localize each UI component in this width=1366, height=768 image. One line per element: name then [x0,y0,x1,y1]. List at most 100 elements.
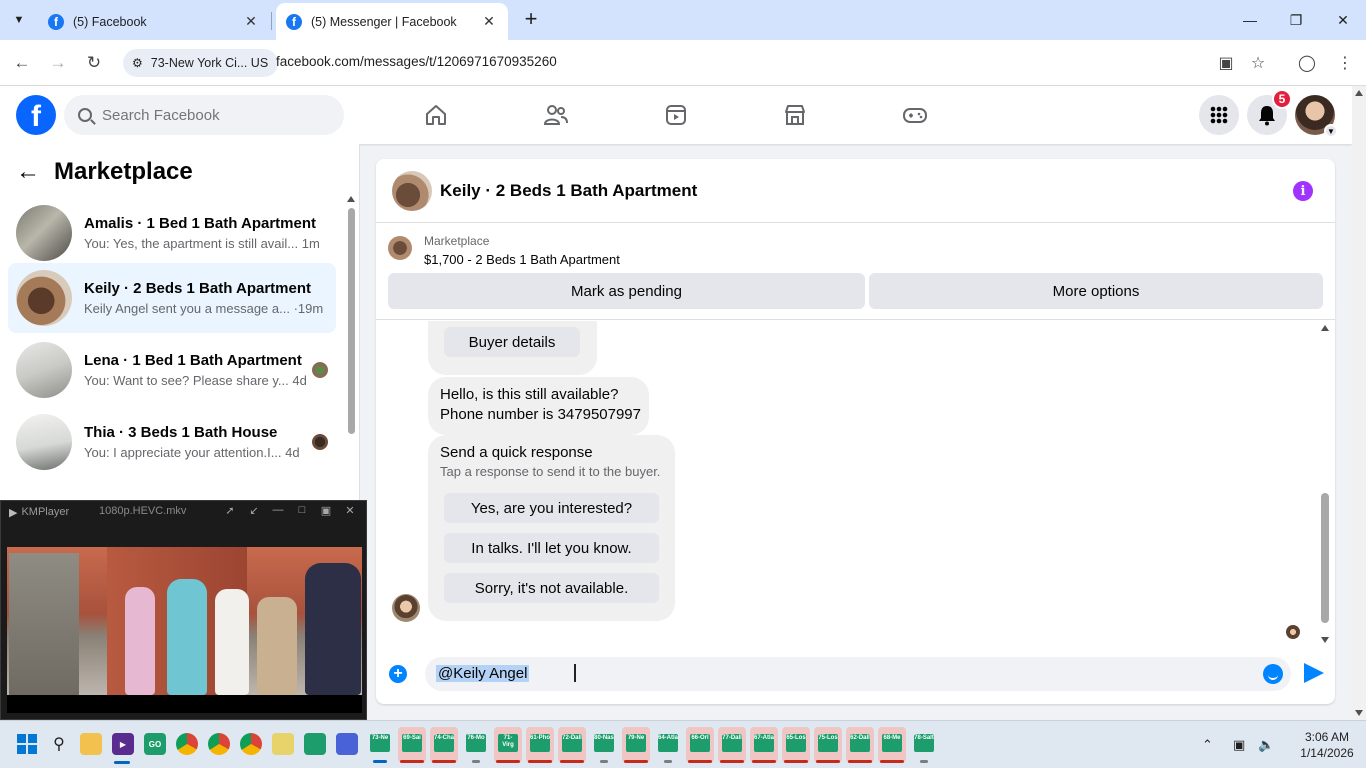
video-frame[interactable] [7,547,362,695]
install-app-icon[interactable]: ▣ [1215,52,1237,74]
send-icon[interactable] [1304,663,1324,683]
taskbar-window-group[interactable]: 78-Salt [910,727,938,763]
close-tab-icon[interactable]: ✕ [242,13,260,30]
scroll-up-arrow[interactable] [1355,90,1363,96]
mark-as-pending-button[interactable]: Mark as pending [388,273,865,309]
tab-search-button[interactable]: ▼ [6,8,32,32]
emoji-icon[interactable] [1263,664,1283,684]
taskbar-window-group[interactable]: 77-Dall [718,727,746,763]
kmplayer-window[interactable]: ▶ KMPlayer 1080p.HEVC.mkv ➚ ↙ — □ ▣ ✕ [0,500,367,720]
listing-title[interactable]: $1,700 - 2 Beds 1 Bath Apartment [424,252,620,267]
profile-icon[interactable]: ◯ [1296,52,1318,74]
conversation-item-selected[interactable]: Keily · 2 Beds 1 Bath Apartment Keily An… [8,263,336,333]
app-icon[interactable] [336,733,358,755]
chrome-icon[interactable] [176,733,198,755]
gaming-icon[interactable] [900,100,930,130]
listing-avatar[interactable] [392,170,432,211]
start-button[interactable] [16,733,38,755]
restore-button[interactable]: ❐ [1273,0,1319,40]
taskbar-window-group[interactable]: 74-Cha [430,727,458,763]
pin-icon[interactable]: ➚ [218,504,242,517]
back-button[interactable]: ← [9,50,35,76]
taskbar-window-group[interactable]: 80-Nas [590,727,618,763]
fullscreen-icon[interactable]: ▣ [314,504,338,517]
quick-response-button[interactable]: In talks. I'll let you know. [444,533,659,563]
mini-mode-icon[interactable]: ↙ [242,504,266,517]
taskbar-window-group[interactable]: 79-Ne [622,727,650,763]
network-icon[interactable]: ▣ [1233,721,1245,768]
kmplayer-control-bar[interactable] [7,695,362,713]
media-player-icon[interactable]: ▶ [112,733,134,755]
account-avatar[interactable]: ▼ [1295,95,1338,138]
file-explorer-icon[interactable] [80,733,102,755]
close-icon[interactable]: ✕ [338,504,362,517]
minimize-button[interactable]: — [1227,0,1273,40]
volume-icon[interactable]: 🔈 [1258,721,1274,768]
sender-avatar[interactable] [392,594,420,622]
chrome-icon[interactable] [208,733,230,755]
taskbar-window-group[interactable]: 65-Los [782,727,810,763]
forward-button[interactable]: → [45,50,71,76]
close-window-button[interactable]: ✕ [1320,0,1366,40]
menu-grid-button[interactable] [1199,95,1239,135]
marketplace-icon[interactable] [780,100,810,130]
close-tab-icon[interactable]: ✕ [480,13,498,30]
taskbar-window-group[interactable]: 61-Pho [526,727,554,763]
maximize-icon[interactable]: □ [290,504,314,517]
taskbar-window-group[interactable]: 76-Mo [462,727,490,763]
more-options-button[interactable]: More options [869,273,1323,309]
show-hidden-icons[interactable]: ⌃ [1202,721,1213,768]
reload-button[interactable]: ↻ [81,50,107,76]
taskbar-window-group[interactable]: 67-Atla [750,727,778,763]
scroll-up-arrow[interactable] [347,196,355,202]
scroll-thumb[interactable] [348,208,355,434]
tab-facebook[interactable]: f (5) Facebook ✕ [38,3,270,40]
quick-response-button[interactable]: Yes, are you interested? [444,493,659,523]
facebook-search-input[interactable] [102,106,322,124]
taskbar-window-group[interactable]: 75-Los [814,727,842,763]
taskbar-window-group[interactable]: 72-Dall [558,727,586,763]
page-scrollbar[interactable] [1352,86,1366,720]
facebook-search[interactable] [64,95,344,135]
address-bar[interactable]: ⚙ 73-New York Ci... US facebook.com/mess… [120,46,1276,80]
home-icon[interactable] [421,100,451,130]
notes-icon[interactable] [272,733,294,755]
menu-kebab-icon[interactable]: ⋮ [1334,52,1356,74]
taskbar-window-group[interactable]: 62-Dall [846,727,874,763]
plus-icon[interactable]: + [389,665,407,683]
taskbar-window-group[interactable]: 73-Ne [366,727,394,763]
quick-response-button[interactable]: Sorry, it's not available. [444,573,659,603]
search-icon[interactable]: ⚲ [48,733,70,755]
buyer-details-button[interactable]: Buyer details [444,327,580,357]
taskbar-window-group[interactable]: 71-Virg [494,727,522,763]
thread-scrollbar[interactable] [1319,321,1331,645]
taskbar-window-group[interactable]: 68-Me [878,727,906,763]
back-arrow-icon[interactable]: ← [16,158,40,186]
taskbar-window-group[interactable]: 64-Atla [654,727,682,763]
url-text[interactable]: facebook.com/messages/t/1206971670935260 [276,54,557,69]
kmplayer-titlebar[interactable]: ▶ KMPlayer 1080p.HEVC.mkv ➚ ↙ — □ ▣ ✕ [1,501,366,523]
scroll-down-arrow[interactable] [1321,637,1329,643]
conversation-title[interactable]: Keily · 2 Beds 1 Bath Apartment [440,181,697,201]
new-tab-button[interactable]: + [519,8,543,32]
friends-icon[interactable] [541,100,571,130]
taskbar-window-group[interactable]: 66-Orl [686,727,714,763]
tab-messenger[interactable]: f (5) Messenger | Facebook ✕ [276,3,508,40]
video-icon[interactable] [661,100,691,130]
scroll-down-arrow[interactable] [1355,710,1363,716]
info-icon[interactable]: i [1293,181,1313,201]
scroll-up-arrow[interactable] [1321,325,1329,331]
system-clock[interactable]: 3:06 AM 1/14/2026 [1295,729,1359,761]
facebook-logo[interactable]: f [16,95,56,135]
bookmark-star-icon[interactable]: ☆ [1247,52,1269,74]
conversation-item[interactable]: Lena · 1 Bed 1 Bath Apartment You: Want … [8,335,336,405]
mention-text[interactable]: @Keily Angel [436,665,530,682]
conversation-item[interactable]: Amalis · 1 Bed 1 Bath Apartment You: Yes… [8,198,336,268]
minimize-icon[interactable]: — [266,504,290,517]
site-info-chip[interactable]: ⚙ 73-New York Ci... US [123,49,279,77]
message-input[interactable]: @Keily Angel [425,657,1291,691]
scroll-thumb[interactable] [1321,493,1329,623]
app-icon[interactable]: GO [144,733,166,755]
taskbar-window-group[interactable]: 69-Sai [398,727,426,763]
chrome-icon[interactable] [240,733,262,755]
